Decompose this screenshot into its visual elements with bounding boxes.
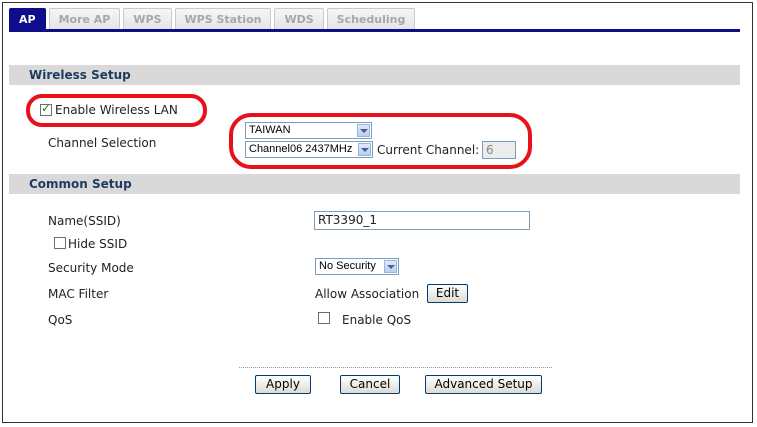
chevron-down-icon [384, 260, 397, 273]
divider [239, 367, 552, 368]
tab-scheduling[interactable]: Scheduling [326, 8, 416, 30]
qos-label: QoS [48, 313, 73, 327]
tab-wds[interactable]: WDS [274, 8, 324, 30]
tab-bar: AP More AP WPS WPS Station WDS Schedulin… [9, 8, 418, 30]
security-mode-label: Security Mode [48, 261, 134, 275]
enable-qos-label: Enable QoS [342, 313, 412, 327]
channel-select[interactable]: Channel06 2437MHz [245, 141, 373, 158]
hide-ssid-checkbox[interactable] [54, 237, 66, 249]
enable-wireless-label: Enable Wireless LAN [55, 103, 178, 117]
chevron-down-icon [358, 143, 371, 156]
tab-ap[interactable]: AP [9, 8, 46, 30]
wireless-setup-header: Wireless Setup [9, 65, 740, 85]
region-select-value: TAIWAN [249, 124, 291, 136]
cancel-button[interactable]: Cancel [340, 375, 400, 394]
advanced-setup-button[interactable]: Advanced Setup [425, 375, 542, 394]
mac-filter-label: MAC Filter [48, 287, 109, 301]
chevron-down-icon [357, 124, 370, 137]
current-channel-label: Current Channel: [377, 143, 480, 157]
tab-underline [9, 29, 740, 32]
ssid-label: Name(SSID) [48, 214, 121, 228]
security-mode-value: No Security [319, 260, 376, 272]
channel-select-value: Channel06 2437MHz [249, 143, 353, 155]
current-channel-field: 6 [482, 141, 516, 159]
enable-qos-checkbox[interactable] [318, 312, 330, 324]
tab-wps-station[interactable]: WPS Station [174, 8, 272, 30]
apply-button[interactable]: Apply [255, 375, 311, 394]
common-setup-header: Common Setup [9, 174, 740, 194]
channel-selection-label: Channel Selection [48, 136, 157, 150]
enable-wireless-checkbox[interactable] [40, 101, 52, 116]
tab-more-ap[interactable]: More AP [48, 8, 121, 30]
ssid-input[interactable]: RT3390_1 [314, 211, 530, 230]
edit-button[interactable]: Edit [427, 284, 468, 303]
mac-filter-value: Allow Association [315, 287, 420, 301]
hide-ssid-label: Hide SSID [68, 237, 128, 251]
tab-wps[interactable]: WPS [123, 8, 172, 30]
region-select[interactable]: TAIWAN [245, 122, 372, 139]
security-mode-select[interactable]: No Security [315, 258, 399, 275]
